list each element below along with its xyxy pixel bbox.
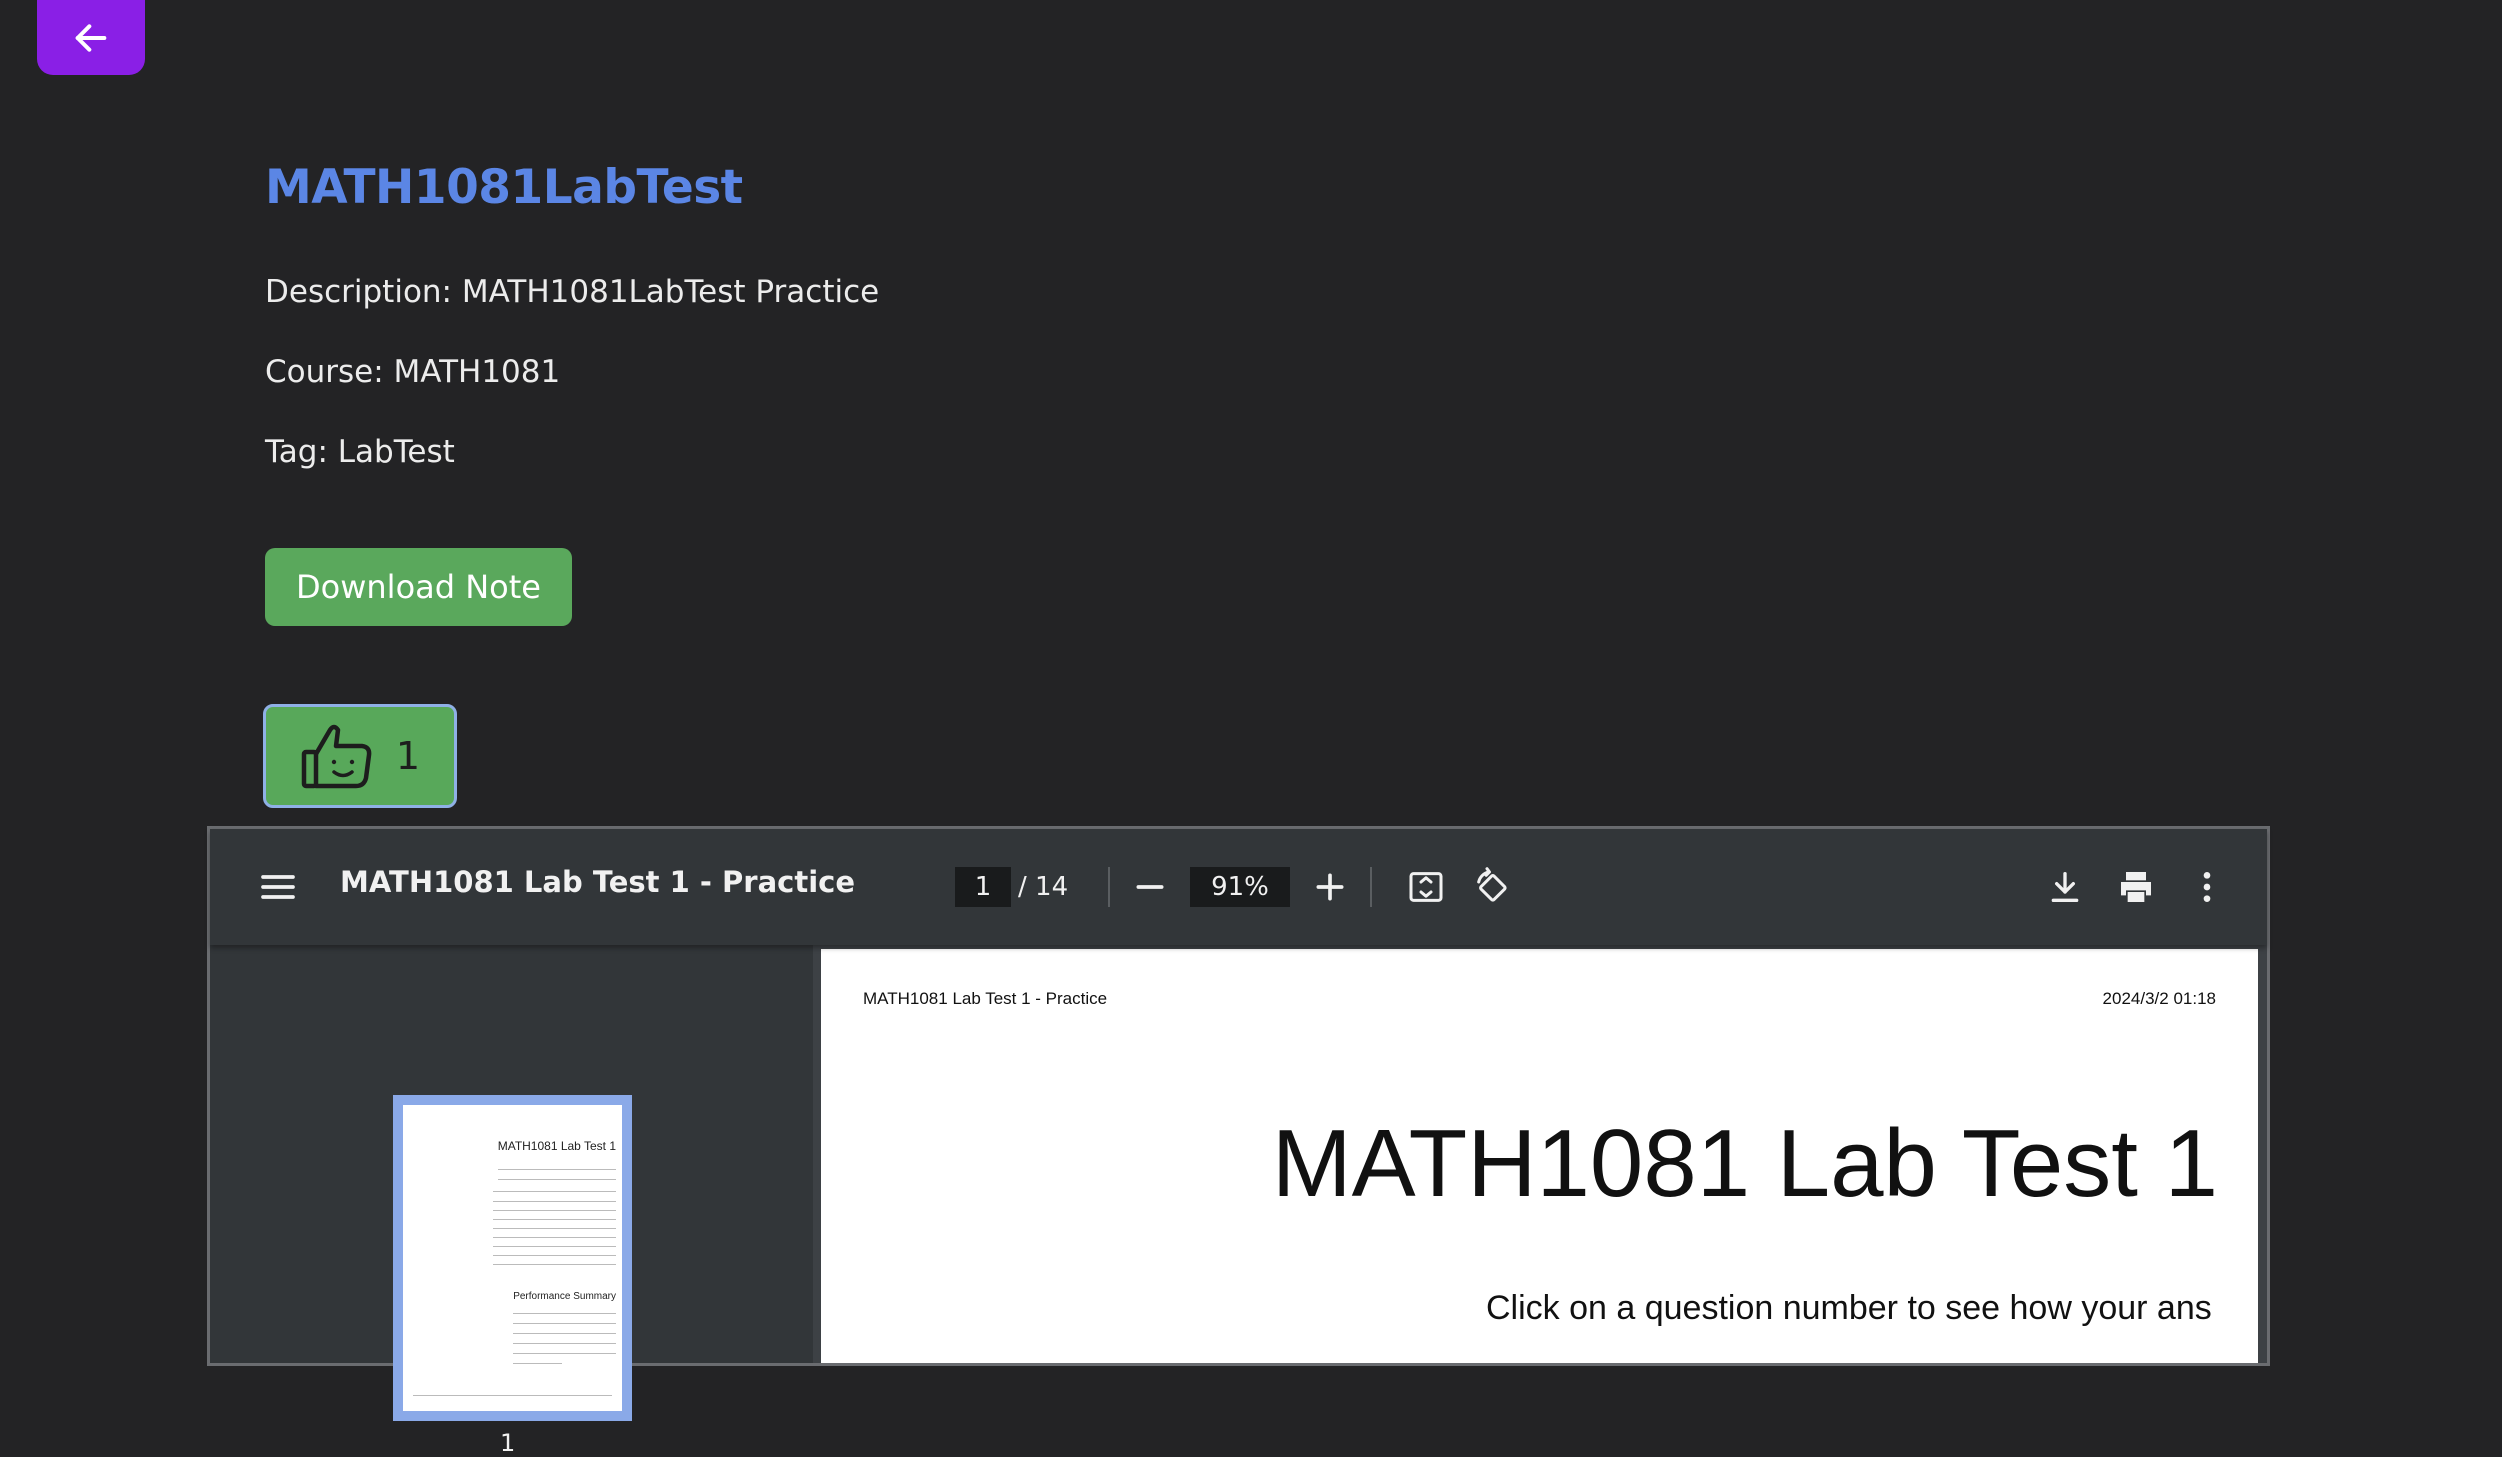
thumbnail-sidebar: MATH1081 Lab Test 1 Performance Summary <box>210 945 813 1457</box>
back-button[interactable] <box>37 0 145 75</box>
thumbnail-page-number: 1 <box>500 1429 516 1457</box>
page-number-input[interactable]: 1 <box>955 867 1011 907</box>
thumbnail-line <box>498 1169 616 1170</box>
page-total: / 14 <box>1018 872 1069 902</box>
thumbnail-line <box>493 1237 616 1238</box>
toolbar-divider <box>1108 867 1110 907</box>
thumbnail-line <box>493 1210 616 1211</box>
thumbnail-line <box>513 1353 616 1354</box>
thumbnail-line <box>513 1333 616 1334</box>
print-icon[interactable] <box>2116 867 2156 907</box>
document-instruction: Click on a question number to see how yo… <box>1486 1289 2212 1327</box>
note-course: Course: MATH1081 <box>265 354 561 390</box>
page-thumbnail[interactable]: MATH1081 Lab Test 1 Performance Summary <box>393 1095 632 1421</box>
thumbnail-page: MATH1081 Lab Test 1 Performance Summary <box>403 1105 622 1411</box>
thumbnail-line <box>493 1191 616 1192</box>
zoom-level-input[interactable]: 91% <box>1190 867 1290 907</box>
zoom-out-icon[interactable] <box>1130 867 1170 907</box>
arrow-left-icon <box>75 23 107 52</box>
thumbnail-line <box>493 1255 616 1256</box>
pdf-document-title: MATH1081 Lab Test 1 - Practice <box>340 865 856 899</box>
document-area[interactable]: MATH1081 Lab Test 1 - Practice 2024/3/2 … <box>813 945 2267 1363</box>
pdf-toolbar: MATH1081 Lab Test 1 - Practice 1 / 14 91… <box>210 829 2267 945</box>
thumbnail-line <box>413 1395 612 1396</box>
thumbnail-line <box>493 1201 616 1202</box>
menu-icon[interactable] <box>258 867 298 907</box>
thumbnail-line <box>493 1219 616 1220</box>
thumbnail-line <box>513 1343 616 1344</box>
document-page: MATH1081 Lab Test 1 - Practice 2024/3/2 … <box>821 949 2258 1363</box>
note-tag: Tag: LabTest <box>265 434 455 470</box>
rotate-icon[interactable] <box>1472 867 1512 907</box>
thumbnail-line <box>513 1323 616 1324</box>
thumbnail-line <box>493 1228 616 1229</box>
download-note-button[interactable]: Download Note <box>265 548 572 626</box>
document-heading: MATH1081 Lab Test 1 <box>1271 1110 2218 1217</box>
download-icon[interactable] <box>2045 867 2085 907</box>
zoom-in-icon[interactable] <box>1310 867 1350 907</box>
page-title: MATH1081LabTest <box>265 160 743 215</box>
more-options-icon[interactable] <box>2187 867 2227 907</box>
thumbnail-line <box>493 1246 616 1247</box>
thumbnail-line <box>493 1264 616 1265</box>
note-description: Description: MATH1081LabTest Practice <box>265 274 880 310</box>
thumbnail-line <box>513 1313 616 1314</box>
like-count: 1 <box>395 734 421 778</box>
like-button[interactable]: 1 <box>263 704 457 808</box>
thumbnail-heading: MATH1081 Lab Test 1 <box>497 1139 616 1153</box>
thumbnail-line <box>498 1179 616 1180</box>
fit-to-page-icon[interactable] <box>1406 867 1446 907</box>
pdf-viewer: MATH1081 Lab Test 1 - Practice 1 / 14 91… <box>207 826 2270 1457</box>
thumbnail-line <box>513 1363 562 1364</box>
toolbar-divider <box>1370 867 1372 907</box>
page-header-title: MATH1081 Lab Test 1 - Practice <box>863 989 1108 1008</box>
page-header-timestamp: 2024/3/2 01:18 <box>2102 989 2216 1008</box>
thumbnail-subheading: Performance Summary <box>513 1291 616 1302</box>
thumbs-up-icon <box>301 724 372 789</box>
